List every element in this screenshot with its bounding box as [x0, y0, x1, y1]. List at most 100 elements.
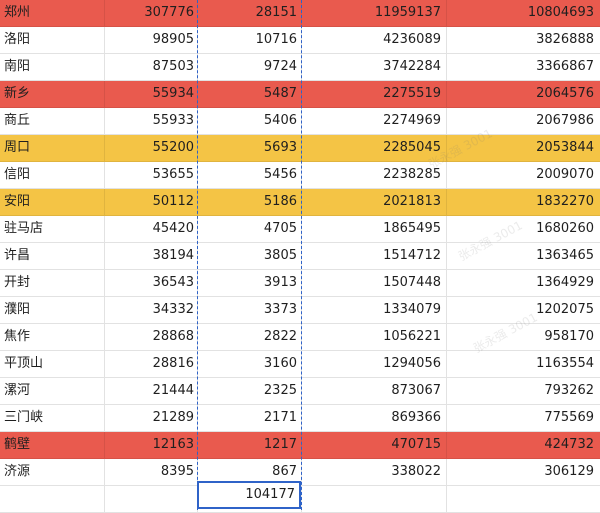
value-cell[interactable]: 1364929: [447, 270, 600, 297]
copy-marquee-left-border: [197, 0, 198, 510]
value-cell[interactable]: 87503: [105, 54, 198, 81]
value-cell[interactable]: 10716: [198, 27, 302, 54]
value-cell[interactable]: 3160: [198, 351, 302, 378]
value-cell[interactable]: 8395: [105, 459, 198, 486]
table-row: 三门峡 21289 2171 869366 775569: [0, 405, 600, 432]
value-cell[interactable]: 1514712: [302, 243, 447, 270]
value-cell[interactable]: 873067: [302, 378, 447, 405]
value-cell[interactable]: 9724: [198, 54, 302, 81]
value-cell[interactable]: 306129: [447, 459, 600, 486]
city-name-cell[interactable]: 许昌: [0, 243, 105, 270]
value-cell[interactable]: 2238285: [302, 162, 447, 189]
value-cell[interactable]: 1363465: [447, 243, 600, 270]
selected-sum-cell[interactable]: 104177: [197, 481, 301, 509]
value-cell[interactable]: 869366: [302, 405, 447, 432]
value-cell[interactable]: 2822: [198, 324, 302, 351]
value-cell[interactable]: 11959137: [302, 0, 447, 27]
value-cell[interactable]: 53655: [105, 162, 198, 189]
value-cell[interactable]: [105, 486, 198, 513]
value-cell[interactable]: 2285045: [302, 135, 447, 162]
city-name-cell[interactable]: 平顶山: [0, 351, 105, 378]
city-name-cell[interactable]: 商丘: [0, 108, 105, 135]
city-name-cell[interactable]: 开封: [0, 270, 105, 297]
value-cell[interactable]: 21289: [105, 405, 198, 432]
value-cell[interactable]: 55200: [105, 135, 198, 162]
value-cell[interactable]: 98905: [105, 27, 198, 54]
value-cell[interactable]: 338022: [302, 459, 447, 486]
value-cell[interactable]: 958170: [447, 324, 600, 351]
value-cell[interactable]: 470715: [302, 432, 447, 459]
table-row: 南阳 87503 9724 3742284 3366867: [0, 54, 600, 81]
value-cell[interactable]: 3742284: [302, 54, 447, 81]
city-name-cell[interactable]: 焦作: [0, 324, 105, 351]
value-cell[interactable]: 50112: [105, 189, 198, 216]
value-cell[interactable]: 2275519: [302, 81, 447, 108]
value-cell[interactable]: 55934: [105, 81, 198, 108]
value-cell[interactable]: 34332: [105, 297, 198, 324]
value-cell[interactable]: 3373: [198, 297, 302, 324]
value-cell[interactable]: 307776: [105, 0, 198, 27]
city-name-cell[interactable]: [0, 486, 105, 513]
value-cell[interactable]: 28816: [105, 351, 198, 378]
value-cell[interactable]: 2067986: [447, 108, 600, 135]
city-name-cell[interactable]: 濮阳: [0, 297, 105, 324]
value-cell[interactable]: 3805: [198, 243, 302, 270]
value-cell[interactable]: 2064576: [447, 81, 600, 108]
city-name-cell[interactable]: 驻马店: [0, 216, 105, 243]
value-cell[interactable]: 1056221: [302, 324, 447, 351]
city-name-cell[interactable]: 周口: [0, 135, 105, 162]
value-cell[interactable]: 4705: [198, 216, 302, 243]
table-row: 开封 36543 3913 1507448 1364929: [0, 270, 600, 297]
value-cell[interactable]: 1202075: [447, 297, 600, 324]
city-name-cell[interactable]: 洛阳: [0, 27, 105, 54]
spreadsheet-grid[interactable]: 郑州 307776 28151 11959137 10804693 洛阳 98905 1071…: [0, 0, 600, 513]
value-cell[interactable]: 3366867: [447, 54, 600, 81]
value-cell[interactable]: 3826888: [447, 27, 600, 54]
value-cell[interactable]: 1163554: [447, 351, 600, 378]
city-name-cell[interactable]: 郑州: [0, 0, 105, 27]
city-name-cell[interactable]: 三门峡: [0, 405, 105, 432]
value-cell[interactable]: 5406: [198, 108, 302, 135]
table-row: 平顶山 28816 3160 1294056 1163554: [0, 351, 600, 378]
city-name-cell[interactable]: 鹤壁: [0, 432, 105, 459]
value-cell[interactable]: 2053844: [447, 135, 600, 162]
value-cell[interactable]: 424732: [447, 432, 600, 459]
city-name-cell[interactable]: 新乡: [0, 81, 105, 108]
value-cell[interactable]: 10804693: [447, 0, 600, 27]
value-cell[interactable]: 2274969: [302, 108, 447, 135]
value-cell[interactable]: 2171: [198, 405, 302, 432]
city-name-cell[interactable]: 信阳: [0, 162, 105, 189]
value-cell[interactable]: 12163: [105, 432, 198, 459]
value-cell[interactable]: 21444: [105, 378, 198, 405]
city-name-cell[interactable]: 安阳: [0, 189, 105, 216]
value-cell[interactable]: [447, 486, 600, 513]
value-cell[interactable]: 5693: [198, 135, 302, 162]
value-cell[interactable]: 2021813: [302, 189, 447, 216]
value-cell[interactable]: 5186: [198, 189, 302, 216]
value-cell[interactable]: 45420: [105, 216, 198, 243]
value-cell[interactable]: 2325: [198, 378, 302, 405]
value-cell[interactable]: 2009070: [447, 162, 600, 189]
city-name-cell[interactable]: 漯河: [0, 378, 105, 405]
value-cell[interactable]: 55933: [105, 108, 198, 135]
value-cell[interactable]: 5456: [198, 162, 302, 189]
value-cell[interactable]: 4236089: [302, 27, 447, 54]
value-cell[interactable]: [302, 486, 447, 513]
value-cell[interactable]: 5487: [198, 81, 302, 108]
value-cell[interactable]: 28151: [198, 0, 302, 27]
value-cell[interactable]: 3913: [198, 270, 302, 297]
value-cell[interactable]: 1507448: [302, 270, 447, 297]
value-cell[interactable]: 1294056: [302, 351, 447, 378]
value-cell[interactable]: 28868: [105, 324, 198, 351]
value-cell[interactable]: 1334079: [302, 297, 447, 324]
value-cell[interactable]: 775569: [447, 405, 600, 432]
value-cell[interactable]: 1865495: [302, 216, 447, 243]
value-cell[interactable]: 1832270: [447, 189, 600, 216]
value-cell[interactable]: 793262: [447, 378, 600, 405]
value-cell[interactable]: 36543: [105, 270, 198, 297]
value-cell[interactable]: 1217: [198, 432, 302, 459]
city-name-cell[interactable]: 济源: [0, 459, 105, 486]
city-name-cell[interactable]: 南阳: [0, 54, 105, 81]
value-cell[interactable]: 38194: [105, 243, 198, 270]
value-cell[interactable]: 1680260: [447, 216, 600, 243]
